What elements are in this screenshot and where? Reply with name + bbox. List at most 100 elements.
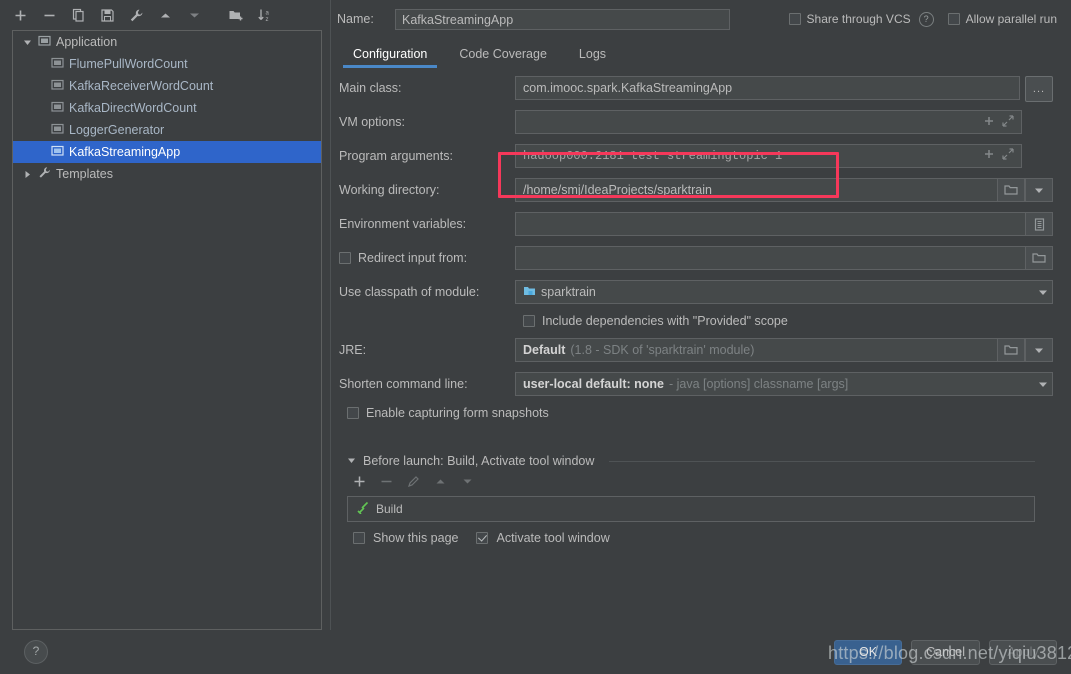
application-icon bbox=[51, 56, 64, 72]
include-provided-checkbox-row[interactable]: Include dependencies with "Provided" sco… bbox=[523, 314, 1053, 328]
tree-node-label: LoggerGenerator bbox=[69, 123, 165, 137]
tree-node-label: Templates bbox=[56, 167, 113, 181]
move-task-down-icon bbox=[461, 475, 474, 491]
environment-variables-edit-button[interactable] bbox=[1026, 212, 1053, 236]
classpath-module-combo[interactable]: sparktrain bbox=[515, 280, 1053, 304]
environment-variables-input[interactable] bbox=[515, 212, 1026, 236]
program-arguments-label: Program arguments: bbox=[339, 149, 453, 163]
program-arguments-row: Program arguments: hadoop000:2181 test s… bbox=[339, 144, 1053, 168]
help-button[interactable]: ? bbox=[24, 640, 48, 664]
build-hammer-icon bbox=[356, 501, 369, 517]
enable-snapshots-checkbox-row[interactable]: Enable capturing form snapshots bbox=[347, 406, 1053, 420]
help-icon[interactable]: ? bbox=[918, 11, 934, 27]
chevron-down-icon[interactable] bbox=[347, 454, 356, 468]
jre-combo[interactable]: Default (1.8 - SDK of 'sparktrain' modul… bbox=[515, 338, 998, 362]
jre-value-detail: (1.8 - SDK of 'sparktrain' module) bbox=[570, 343, 755, 357]
sidebar-toolbar: a z bbox=[0, 0, 330, 30]
tree-node-templates[interactable]: Templates bbox=[13, 163, 321, 185]
before-launch-task-label: Build bbox=[376, 502, 403, 516]
program-arguments-input[interactable]: hadoop000:2181 test streamingtopic 1 bbox=[515, 144, 1022, 168]
add-icon[interactable] bbox=[12, 7, 29, 24]
editor-tabs: Configuration Code Coverage Logs bbox=[331, 38, 1071, 68]
remove-task-icon bbox=[380, 475, 393, 491]
shorten-command-line-label: Shorten command line: bbox=[339, 377, 468, 391]
before-launch-header[interactable]: Before launch: Build, Activate tool wind… bbox=[347, 454, 1035, 468]
name-input[interactable]: KafkaStreamingApp bbox=[395, 8, 730, 30]
tree-node-label: KafkaReceiverWordCount bbox=[69, 79, 214, 93]
tree-node-loggergenerator[interactable]: LoggerGenerator bbox=[13, 119, 321, 141]
move-up-icon[interactable] bbox=[157, 7, 174, 24]
working-directory-input[interactable]: /home/smj/IdeaProjects/sparktrain bbox=[515, 178, 998, 202]
chevron-down-icon[interactable] bbox=[1038, 285, 1048, 299]
insert-macro-icon[interactable] bbox=[983, 115, 995, 130]
redirect-input-label: Redirect input from: bbox=[358, 251, 468, 265]
environment-variables-label: Environment variables: bbox=[339, 217, 467, 231]
allow-parallel-run-label: Allow parallel run bbox=[965, 12, 1057, 26]
classpath-module-value: sparktrain bbox=[541, 285, 596, 299]
checkbox-box[interactable] bbox=[788, 13, 801, 25]
configurations-sidebar: a z Application FlumePullWordCount Kafka… bbox=[0, 0, 330, 630]
tree-node-application[interactable]: Application bbox=[13, 31, 321, 53]
configuration-form: Main class: com.imooc.spark.KafkaStreami… bbox=[331, 68, 1071, 630]
chevron-down-icon[interactable] bbox=[21, 38, 33, 47]
enable-snapshots-checkbox[interactable] bbox=[347, 407, 359, 419]
shorten-command-line-combo[interactable]: user-local default: none - java [options… bbox=[515, 372, 1053, 396]
main-class-label: Main class: bbox=[339, 81, 402, 95]
vm-options-row: VM options: bbox=[339, 110, 1053, 134]
application-icon bbox=[51, 122, 64, 138]
tree-node-kafkadirectwordcount[interactable]: KafkaDirectWordCount bbox=[13, 97, 321, 119]
vm-options-input[interactable] bbox=[515, 110, 1022, 134]
name-row: Name: KafkaStreamingApp Share through VC… bbox=[331, 0, 1071, 38]
expand-editor-icon[interactable] bbox=[1002, 114, 1014, 130]
insert-macro-icon[interactable] bbox=[983, 148, 995, 164]
include-provided-checkbox[interactable] bbox=[523, 315, 535, 327]
watermark: https://blog.csdn.net/yiqiu3812 bbox=[828, 643, 1071, 663]
tree-node-kafkareceiverwordcount[interactable]: KafkaReceiverWordCount bbox=[13, 75, 321, 97]
chevron-right-icon[interactable] bbox=[21, 170, 33, 179]
checkbox-box[interactable] bbox=[947, 13, 960, 25]
tree-node-flumepullwordcount[interactable]: FlumePullWordCount bbox=[13, 53, 321, 75]
name-row-options: Share through VCS ? Allow parallel run bbox=[788, 11, 1057, 27]
redirect-input-browse-button[interactable] bbox=[1026, 246, 1053, 270]
main-class-row: Main class: com.imooc.spark.KafkaStreami… bbox=[339, 76, 1053, 102]
jre-browse-button[interactable] bbox=[998, 338, 1025, 362]
save-icon[interactable] bbox=[99, 7, 116, 24]
tab-code-coverage[interactable]: Code Coverage bbox=[443, 40, 563, 68]
tree-node-label: Application bbox=[56, 35, 118, 49]
classpath-module-row: Use classpath of module: sparktrain bbox=[339, 280, 1053, 304]
configuration-editor-panel: Name: KafkaStreamingApp Share through VC… bbox=[330, 0, 1071, 630]
section-divider bbox=[609, 460, 1035, 462]
classpath-module-label: Use classpath of module: bbox=[339, 285, 480, 299]
move-down-icon[interactable] bbox=[186, 7, 203, 24]
tab-logs[interactable]: Logs bbox=[563, 40, 622, 68]
share-through-vcs-checkbox[interactable]: Share through VCS bbox=[788, 12, 911, 26]
main-class-browse-button[interactable]: ... bbox=[1025, 76, 1053, 102]
copy-icon[interactable] bbox=[70, 7, 87, 24]
allow-parallel-run-checkbox[interactable]: Allow parallel run bbox=[947, 12, 1057, 26]
jre-row: JRE: Default (1.8 - SDK of 'sparktrain' … bbox=[339, 338, 1053, 362]
add-task-icon[interactable] bbox=[353, 475, 366, 491]
edit-templates-icon[interactable] bbox=[128, 7, 145, 24]
expand-editor-icon[interactable] bbox=[1002, 148, 1014, 164]
sort-alphabetically-icon[interactable]: a z bbox=[256, 7, 276, 24]
activate-tool-window-checkbox[interactable] bbox=[476, 532, 489, 544]
redirect-input-field[interactable] bbox=[515, 246, 1026, 270]
working-directory-dropdown-button[interactable] bbox=[1025, 178, 1053, 202]
wrench-icon bbox=[38, 166, 51, 182]
before-launch-task-list[interactable]: Build bbox=[347, 496, 1035, 522]
main-class-input[interactable]: com.imooc.spark.KafkaStreamingApp bbox=[515, 76, 1020, 100]
remove-icon[interactable] bbox=[41, 7, 58, 24]
configurations-tree[interactable]: Application FlumePullWordCount KafkaRece… bbox=[12, 30, 322, 630]
show-this-page-checkbox[interactable] bbox=[353, 532, 365, 544]
jre-dropdown-button[interactable] bbox=[1025, 338, 1053, 362]
shorten-command-line-row: Shorten command line: user-local default… bbox=[339, 372, 1053, 396]
tree-node-label: KafkaStreamingApp bbox=[69, 145, 181, 159]
working-directory-browse-button[interactable] bbox=[998, 178, 1025, 202]
tree-node-kafkastreamingapp[interactable]: KafkaStreamingApp bbox=[13, 141, 321, 163]
redirect-input-checkbox[interactable] bbox=[339, 252, 351, 264]
name-label: Name: bbox=[337, 12, 374, 26]
tab-configuration[interactable]: Configuration bbox=[337, 40, 443, 68]
enable-snapshots-label: Enable capturing form snapshots bbox=[366, 406, 549, 420]
new-folder-icon[interactable] bbox=[227, 7, 244, 24]
chevron-down-icon[interactable] bbox=[1038, 377, 1048, 391]
